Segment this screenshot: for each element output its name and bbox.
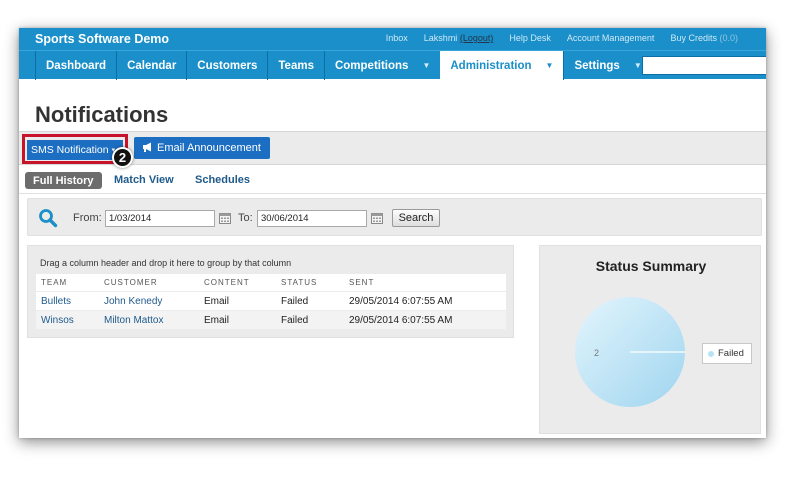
megaphone-icon bbox=[142, 142, 153, 155]
status-summary-title: Status Summary bbox=[595, 258, 707, 274]
chart-legend: Failed bbox=[702, 343, 752, 364]
nav-label: Customers bbox=[197, 59, 258, 72]
tab-full-history[interactable]: Full History bbox=[25, 172, 102, 189]
team-link[interactable]: Bullets bbox=[41, 292, 71, 310]
nav-item-settings[interactable]: Settings ▼ bbox=[563, 51, 651, 80]
calendar-icon[interactable] bbox=[371, 212, 383, 224]
tab-match-view[interactable]: Match View bbox=[114, 172, 174, 188]
page-title: Notifications bbox=[35, 102, 169, 127]
pie-slice-label: 2 bbox=[594, 348, 599, 358]
nav-label: Teams bbox=[278, 59, 314, 72]
buy-credits-label: Buy Credits bbox=[670, 33, 717, 43]
email-announcement-label: Email Announcement bbox=[157, 142, 261, 154]
content-cell: Email bbox=[204, 314, 230, 326]
content-cell: Email bbox=[204, 295, 230, 307]
nav-label: Dashboard bbox=[46, 59, 107, 72]
user-name: Lakshmi bbox=[423, 33, 458, 43]
nav-item-teams[interactable]: Teams bbox=[267, 51, 324, 80]
email-announcement-button[interactable]: Email Announcement bbox=[134, 137, 270, 159]
app-window: Sports Software Demo Inbox Lakshmi (Logo… bbox=[19, 28, 766, 438]
tab-schedules[interactable]: Schedules bbox=[195, 172, 250, 188]
chevron-down-icon: ▼ bbox=[422, 61, 431, 70]
column-header-customer[interactable]: CUSTOMER bbox=[104, 274, 158, 291]
credits-value: (0.0) bbox=[719, 33, 738, 43]
team-link[interactable]: Winsos bbox=[41, 311, 74, 329]
nav-item-customers[interactable]: Customers bbox=[186, 51, 267, 80]
history-grid-panel: Drag a column header and drop it here to… bbox=[27, 245, 514, 338]
logout-link[interactable]: (Logout) bbox=[460, 33, 494, 43]
sent-cell: 29/05/2014 6:07:55 AM bbox=[349, 295, 453, 307]
chevron-down-icon: ▼ bbox=[545, 61, 554, 70]
group-drop-zone[interactable]: Drag a column header and drop it here to… bbox=[40, 258, 291, 268]
status-cell: Failed bbox=[281, 295, 309, 307]
status-pie-chart: 2 bbox=[575, 297, 685, 407]
inbox-link[interactable]: Inbox bbox=[386, 33, 408, 43]
table-row[interactable]: Bullets John Kenedy Email Failed 29/05/2… bbox=[36, 292, 506, 311]
customer-link[interactable]: John Kenedy bbox=[104, 292, 162, 310]
date-filter: From: 1/03/2014 To: 30/06/2014 Search bbox=[27, 198, 762, 236]
to-date-input[interactable]: 30/06/2014 bbox=[257, 210, 367, 227]
column-header-team[interactable]: TEAM bbox=[41, 274, 67, 291]
column-header-sent[interactable]: SENT bbox=[349, 274, 374, 291]
from-date-input[interactable]: 1/03/2014 bbox=[105, 210, 215, 227]
nav-search-input[interactable] bbox=[642, 56, 766, 75]
search-button[interactable]: Search bbox=[392, 209, 440, 227]
table-row[interactable]: Winsos Milton Mattox Email Failed 29/05/… bbox=[36, 311, 506, 330]
nav-item-dashboard[interactable]: Dashboard bbox=[35, 51, 116, 80]
chevron-down-icon: ▼ bbox=[633, 61, 642, 70]
legend-label-failed[interactable]: Failed bbox=[718, 348, 744, 359]
view-tabs: Full History Match View Schedules bbox=[19, 166, 766, 194]
sms-notification-label: SMS Notification bbox=[31, 144, 109, 156]
sent-cell: 29/05/2014 6:07:55 AM bbox=[349, 314, 453, 326]
history-table: TEAM CUSTOMER CONTENT STATUS SENT Bullet… bbox=[36, 274, 506, 330]
from-label: From: bbox=[73, 212, 102, 224]
to-label: To: bbox=[238, 212, 253, 224]
nav-item-administration[interactable]: Administration ▼ bbox=[440, 51, 564, 80]
app-title: Sports Software Demo bbox=[35, 32, 170, 46]
nav-label: Administration bbox=[450, 59, 532, 72]
nav-label: Competitions bbox=[334, 59, 409, 72]
nav-label: Settings bbox=[574, 59, 620, 72]
status-cell: Failed bbox=[281, 314, 309, 326]
calendar-icon[interactable] bbox=[219, 212, 231, 224]
column-header-status[interactable]: STATUS bbox=[281, 274, 317, 291]
step-badge: 2 bbox=[112, 147, 133, 168]
column-header-content[interactable]: CONTENT bbox=[204, 274, 250, 291]
legend-swatch bbox=[708, 350, 714, 357]
top-links: Inbox Lakshmi (Logout) Help Desk Account… bbox=[386, 33, 738, 43]
buy-credits-link[interactable]: Buy Credits (0.0) bbox=[670, 33, 738, 43]
main-nav: Dashboard Calendar Customers Teams Compe… bbox=[19, 50, 766, 80]
nav-label: Calendar bbox=[127, 59, 177, 72]
account-management-link[interactable]: Account Management bbox=[567, 33, 655, 43]
search-icon[interactable] bbox=[38, 208, 58, 228]
nav-item-competitions[interactable]: Competitions ▼ bbox=[323, 51, 440, 80]
top-bar: Sports Software Demo Inbox Lakshmi (Logo… bbox=[19, 28, 766, 50]
nav-item-calendar[interactable]: Calendar bbox=[116, 51, 186, 80]
status-summary-panel: Status Summary 2 Failed bbox=[539, 245, 761, 434]
table-header-row: TEAM CUSTOMER CONTENT STATUS SENT bbox=[36, 274, 506, 292]
customer-link[interactable]: Milton Mattox bbox=[104, 311, 163, 329]
user-info: Lakshmi (Logout) bbox=[424, 33, 494, 43]
help-desk-link[interactable]: Help Desk bbox=[509, 33, 551, 43]
sms-notification-button[interactable]: SMS Notification ▾ bbox=[27, 140, 123, 160]
